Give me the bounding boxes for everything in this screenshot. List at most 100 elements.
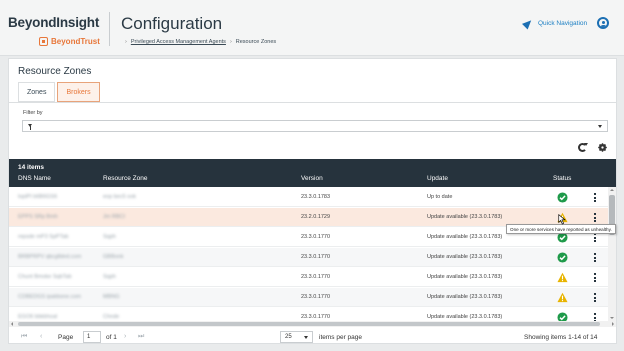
column-header-dns-name[interactable]: DNS Name: [18, 175, 51, 182]
breadcrumb: › Privileged Access Management Agents › Res…: [121, 39, 276, 45]
tabs-divider: [9, 102, 616, 103]
filter-dropdown[interactable]: [22, 120, 608, 132]
row-actions-kebab-icon[interactable]: [594, 213, 596, 222]
brand-logo[interactable]: BeyondInsight: [8, 15, 99, 30]
quick-navigation-label: Quick Navigation: [538, 20, 588, 27]
cell-version: 23.3.0.1770: [301, 234, 331, 240]
pagination-bar: ⏮ ‹ Page 1 of 1 › ⏭ 25 items per page Sh…: [9, 331, 616, 345]
gear-icon[interactable]: [597, 142, 608, 153]
row-actions-kebab-icon[interactable]: [594, 293, 596, 302]
resource-zones-card: Resource Zones Zones Brokers Filter by 1…: [8, 58, 617, 344]
cell-update: Update available (23.3.0.1783): [427, 274, 503, 280]
row-actions-kebab-icon[interactable]: [594, 193, 596, 202]
chevron-down-icon: [598, 125, 602, 128]
table-body: lopiPI b6B6GS6 eop bec5 ook 23.3.0.1783 Up …: [9, 187, 608, 321]
mouse-pointer-icon: [558, 214, 566, 225]
header-divider: [109, 12, 110, 46]
table-row[interactable]: EGO6 bbkbhoal Chnde 23.3.0.1770 Update avai…: [9, 308, 608, 321]
cell-dns-name: CDBEDGS ipakbone.com: [18, 294, 81, 300]
table-row[interactable]: Chunt Bmoke SqbTab Sqph 23.3.0.1770 Update …: [9, 268, 608, 287]
cell-resource-zone: GBBonk: [103, 254, 124, 260]
page-of-label: of 1: [106, 334, 117, 341]
horizontal-scrollbar[interactable]: [9, 321, 616, 327]
cell-update: Update available (23.3.0.1783): [427, 234, 503, 240]
navigation-arrow-icon: [521, 17, 535, 30]
next-page-icon[interactable]: ›: [124, 333, 126, 340]
cell-version: 23.3.0.1783: [301, 194, 331, 200]
filter-label: Filter by: [23, 110, 43, 116]
beyondtrust-logo: BeyondTrust: [39, 37, 100, 46]
cell-update: Update available (23.3.0.1783): [427, 214, 503, 220]
scroll-down-icon[interactable]: [610, 317, 614, 319]
cell-version: 23.2.0.1729: [301, 214, 331, 220]
page-title: Configuration: [121, 14, 223, 33]
app-header: BeyondInsight BeyondTrust Configuration …: [0, 0, 624, 56]
scroll-right-icon[interactable]: [612, 322, 614, 326]
items-per-page-label: items per page: [319, 334, 362, 341]
user-account-icon[interactable]: [597, 17, 609, 29]
scroll-left-icon[interactable]: [11, 322, 13, 326]
brand-sub: BeyondTrust: [51, 37, 100, 46]
row-actions-kebab-icon[interactable]: [594, 233, 596, 242]
cell-dns-name: repsde mP3 SpPTab: [18, 234, 69, 240]
cell-version: 23.3.0.1770: [301, 294, 331, 300]
last-page-icon[interactable]: ⏭: [138, 333, 144, 341]
breadcrumb-chevron-icon: ›: [229, 39, 232, 45]
column-header-status[interactable]: Status: [553, 175, 571, 182]
cell-update: Update available (23.3.0.1783): [427, 314, 503, 320]
tab-brokers[interactable]: Brokers: [57, 82, 100, 102]
scrollbar-thumb[interactable]: [18, 322, 600, 326]
status-warning-icon: [557, 292, 568, 303]
page-number-input[interactable]: 1: [83, 331, 101, 343]
status-ok-check-icon: [557, 252, 568, 263]
vertical-scrollbar[interactable]: [608, 187, 616, 321]
row-actions-kebab-icon[interactable]: [594, 313, 596, 321]
card-title: Resource Zones: [18, 66, 92, 77]
tab-zones[interactable]: Zones: [18, 82, 56, 102]
column-header-update[interactable]: Update: [427, 175, 448, 182]
cell-resource-zone: eop bec5 ook: [103, 194, 137, 200]
quick-navigation-button[interactable]: Quick Navigation: [521, 17, 588, 30]
scroll-up-icon[interactable]: [610, 189, 614, 191]
chevron-down-icon: [304, 336, 308, 339]
breadcrumb-current: Resource Zones: [235, 39, 277, 45]
column-header-resource-zone[interactable]: Resource Zone: [103, 175, 147, 182]
cell-resource-zone: Sqph: [103, 274, 116, 280]
refresh-icon[interactable]: [578, 143, 588, 152]
status-warning-icon: [557, 272, 568, 283]
cell-resource-zone: Jm RBCI: [103, 214, 125, 220]
cell-dns-name: BRBPRPV qbcglbled.com: [18, 254, 82, 260]
table-row[interactable]: lopiPI b6B6GS6 eop bec5 ook 23.3.0.1783 Up …: [9, 188, 608, 207]
items-count: 14 items: [18, 164, 45, 171]
items-per-page-value: 25: [285, 334, 292, 340]
table-row[interactable]: BRBPRPV qbcglbled.com GBBonk 23.3.0.1770 Up…: [9, 248, 608, 267]
row-actions-kebab-icon[interactable]: [594, 253, 596, 262]
cell-update: Update available (23.3.0.1783): [427, 294, 503, 300]
status-ok-check-icon: [557, 192, 568, 203]
cell-resource-zone: Chnde: [103, 314, 120, 320]
previous-page-icon[interactable]: ‹: [40, 333, 42, 340]
cell-resource-zone: Sqph: [103, 234, 116, 240]
tab-bar: Zones Brokers: [18, 82, 100, 102]
filter-funnel-icon: [28, 124, 32, 130]
brand-name: BeyondInsight: [8, 15, 100, 30]
table-row[interactable]: CDBEDGS ipakbone.com MBNG 23.3.0.1770 Updat…: [9, 288, 608, 307]
beyondtrust-icon: [39, 37, 48, 46]
cell-version: 23.3.0.1770: [301, 254, 331, 260]
first-page-icon[interactable]: ⏮: [21, 333, 27, 341]
cell-version: 23.3.0.1770: [301, 314, 331, 320]
row-actions-kebab-icon[interactable]: [594, 273, 596, 282]
breadcrumb-chevron-icon: ›: [125, 39, 127, 45]
column-header-version[interactable]: Version: [301, 175, 323, 182]
cell-dns-name: lopiPI b6B6GS6: [18, 194, 58, 200]
cell-dns-name: Chunt Bmoke SqbTab: [18, 274, 72, 280]
items-per-page-select[interactable]: 25: [280, 331, 313, 343]
cell-version: 23.3.0.1770: [301, 274, 331, 280]
status-ok-check-icon: [557, 312, 568, 321]
cell-update: Update available (23.3.0.1783): [427, 254, 503, 260]
cell-dns-name: EGO6 bbkbhoal: [18, 314, 58, 320]
breadcrumb-link-agents[interactable]: Privileged Access Management Agents: [131, 39, 226, 45]
table-header: 14 items DNS Name Resource Zone Version …: [9, 159, 616, 187]
page-label: Page: [58, 334, 74, 341]
status-tooltip: One or more services have reported as un…: [506, 224, 616, 234]
